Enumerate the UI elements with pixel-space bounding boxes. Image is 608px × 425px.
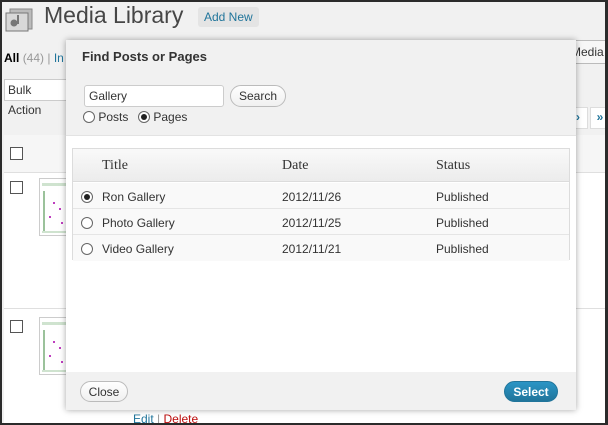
result-radio[interactable] (81, 243, 93, 255)
result-status: Published (436, 242, 489, 256)
page-title: Media Library (44, 2, 184, 28)
media-filters: All (44) | In (4, 51, 64, 65)
filter-all[interactable]: All (4, 51, 19, 65)
result-row[interactable]: Photo Gallery 2012/11/25 Published (73, 209, 569, 235)
row-checkbox[interactable] (10, 181, 23, 194)
column-status: Status (436, 158, 471, 173)
filter-separator: | (47, 51, 51, 65)
close-button[interactable]: Close (80, 381, 128, 402)
result-row[interactable]: Ron Gallery 2012/11/26 Published (73, 183, 569, 209)
media-library-icon (4, 6, 36, 32)
dialog-title: Find Posts or Pages (66, 40, 576, 73)
pages-radio-option[interactable]: Pages (138, 110, 187, 124)
result-date: 2012/11/21 (282, 242, 342, 256)
find-posts-dialog: Find Posts or Pages Search Posts Pages T… (66, 40, 576, 410)
media-thumbnail[interactable] (39, 317, 69, 375)
media-thumbnail[interactable] (39, 178, 69, 236)
result-radio[interactable] (81, 191, 93, 203)
bulk-actions-select[interactable]: Bulk Action (4, 79, 68, 117)
result-date: 2012/11/25 (282, 216, 342, 230)
result-title: Photo Gallery (102, 216, 175, 230)
search-input[interactable] (84, 85, 224, 107)
posts-radio[interactable] (83, 111, 95, 123)
posts-radio-option[interactable]: Posts (83, 110, 128, 124)
add-new-button[interactable]: Add New (198, 7, 259, 27)
pages-radio-label: Pages (153, 110, 188, 124)
select-all-checkbox[interactable] (10, 147, 23, 160)
results-table: Title Date Status Ron Gallery 2012/11/26… (72, 148, 570, 261)
row-actions: Edit | Delete (133, 412, 198, 423)
row-actions-separator: | (157, 412, 161, 423)
result-title: Video Gallery (102, 242, 174, 256)
search-button[interactable]: Search (230, 85, 286, 107)
row-checkbox[interactable] (10, 320, 23, 333)
app-frame: Media Library Add New All (44) | In Medi… (2, 2, 605, 423)
result-date: 2012/11/26 (282, 190, 342, 204)
posts-radio-label: Posts (98, 110, 129, 124)
column-date: Date (282, 158, 309, 173)
dialog-footer: Close Select (66, 372, 576, 410)
result-title: Ron Gallery (102, 190, 166, 204)
delete-link[interactable]: Delete (164, 412, 199, 423)
results-header: Title Date Status (73, 149, 569, 182)
filter-next-link[interactable]: In (54, 51, 64, 65)
filter-all-count: (44) (22, 51, 45, 65)
result-row[interactable]: Video Gallery 2012/11/21 Published (73, 235, 569, 261)
pages-radio[interactable] (138, 111, 150, 123)
result-radio[interactable] (81, 217, 93, 229)
edit-link[interactable]: Edit (133, 412, 154, 423)
column-title: Title (102, 158, 128, 173)
result-status: Published (436, 216, 489, 230)
result-status: Published (436, 190, 489, 204)
last-page-button[interactable]: » (590, 107, 605, 129)
dialog-search-area: Search Posts Pages (66, 73, 576, 136)
select-button[interactable]: Select (504, 381, 558, 402)
